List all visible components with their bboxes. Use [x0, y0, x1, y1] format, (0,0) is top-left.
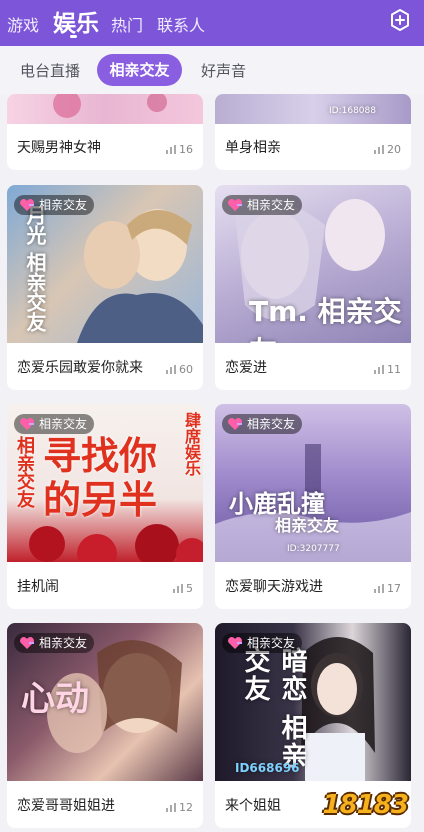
- listeners-icon: [166, 803, 176, 812]
- listener-count: 11: [374, 363, 401, 376]
- category-badge: 相亲交友: [14, 195, 95, 215]
- listeners-icon: [374, 584, 384, 593]
- subtab-good-voice[interactable]: 好声音: [201, 60, 246, 81]
- site-watermark-logo: 18183: [322, 790, 409, 820]
- room-card[interactable]: 心动 相亲交友 恋爱哥哥姐姐进 12: [7, 623, 203, 828]
- top-nav-bar: 游戏 娱乐 热门 联系人: [0, 0, 424, 46]
- room-title: 恋爱进: [225, 360, 267, 376]
- add-square-icon[interactable]: [388, 8, 412, 32]
- heart-icon: [228, 199, 242, 211]
- heart-icon: [20, 418, 34, 430]
- heart-icon: [228, 418, 242, 430]
- room-cover-image: [7, 94, 203, 124]
- category-badge: 相亲交友: [14, 414, 95, 434]
- tab-hot[interactable]: 热门: [111, 12, 143, 36]
- room-cover-image: ID:168088: [215, 94, 411, 124]
- active-tab-indicator: [70, 35, 77, 38]
- subtab-radio-live[interactable]: 电台直播: [20, 60, 80, 81]
- listeners-icon: [374, 145, 384, 154]
- category-badge: 相亲交友: [222, 414, 303, 434]
- room-title: 单身相亲: [225, 140, 281, 156]
- listeners-icon: [173, 584, 183, 593]
- room-card[interactable]: 小鹿乱撞 相亲交友 ID:3207777 相亲交友 恋爱聊天游戏进 17: [215, 404, 411, 609]
- tab-contacts[interactable]: 联系人: [157, 12, 205, 36]
- category-badge: 相亲交友: [222, 195, 303, 215]
- room-title: 来个姐姐: [225, 798, 281, 814]
- category-tabs: 电台直播 相亲交友 好声音: [0, 46, 424, 94]
- listener-count: 60: [166, 363, 193, 376]
- room-title: 恋爱聊天游戏进: [225, 579, 323, 595]
- listeners-icon: [166, 365, 176, 374]
- heart-icon: [228, 637, 242, 649]
- room-title: 恋爱乐园敢爱你就来: [17, 360, 143, 376]
- subtab-dating[interactable]: 相亲交友: [97, 54, 182, 86]
- category-badge: 相亲交友: [222, 633, 303, 653]
- tab-games[interactable]: 游戏: [7, 12, 39, 36]
- listeners-icon: [374, 365, 384, 374]
- room-card[interactable]: 天赐男神女神 16: [7, 94, 203, 170]
- category-badge: 相亲交友: [14, 633, 95, 653]
- listener-count: 5: [173, 582, 193, 595]
- room-card[interactable]: 月光 相亲交友 相亲交友 恋爱乐园敢爱你就来 60: [7, 185, 203, 390]
- room-feed[interactable]: 天赐男神女神 16 ID:168088 单身相亲 20 月光 相亲交友 相亲交友…: [0, 94, 424, 832]
- listener-count: 17: [374, 582, 401, 595]
- room-title: 天赐男神女神: [17, 140, 101, 156]
- room-title: 恋爱哥哥姐姐进: [17, 798, 115, 814]
- room-title: 挂机闹: [17, 579, 59, 595]
- tab-entertainment[interactable]: 娱乐: [53, 4, 99, 38]
- heart-icon: [20, 199, 34, 211]
- heart-icon: [20, 637, 34, 649]
- listener-count: 16: [166, 143, 193, 156]
- listeners-icon: [166, 145, 176, 154]
- room-card[interactable]: Tm. 相亲交友 相亲交友 恋爱进 11: [215, 185, 411, 390]
- room-card[interactable]: 相亲交友 寻找你的另半 肆席娱乐 相亲交友 挂机闹 5: [7, 404, 203, 609]
- room-card[interactable]: ID:168088 单身相亲 20: [215, 94, 411, 170]
- listener-count: 20: [374, 143, 401, 156]
- listener-count: 12: [166, 801, 193, 814]
